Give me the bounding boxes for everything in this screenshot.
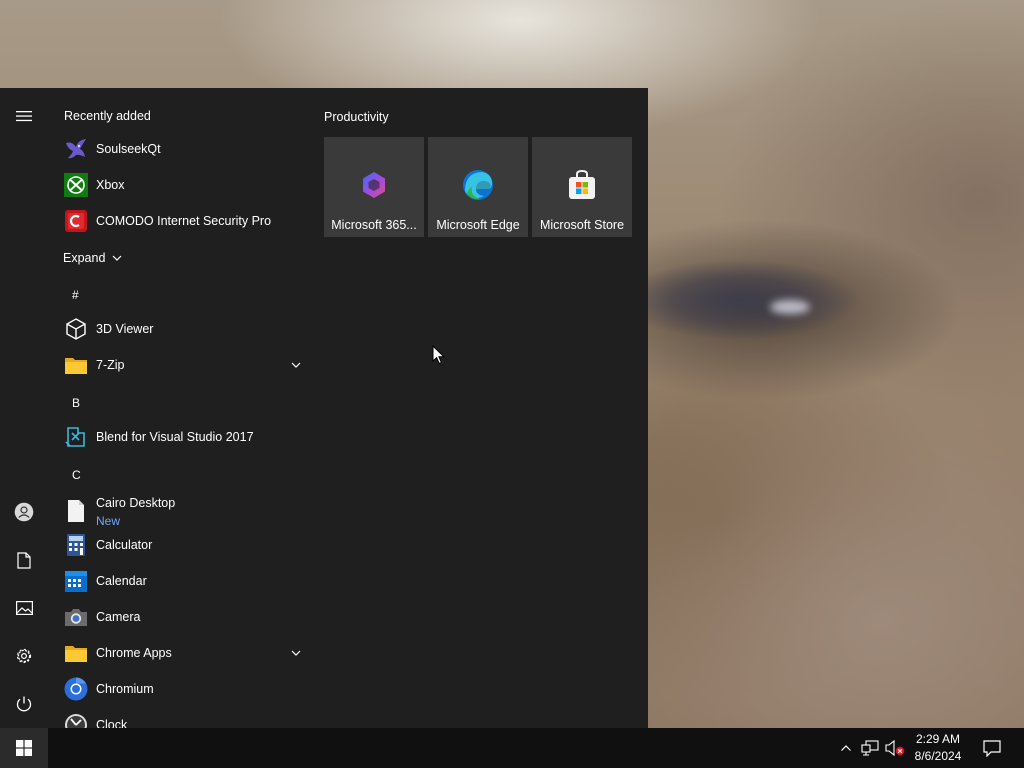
clock-icon: [64, 713, 88, 728]
chromium-icon: [64, 677, 88, 701]
app-item-chrome-apps[interactable]: Chrome Apps: [48, 635, 312, 671]
power-icon: [16, 696, 32, 712]
windows-logo-icon: [16, 740, 32, 756]
letter-header-c[interactable]: C: [48, 457, 312, 493]
start-menu: Recently added SoulseekQt Xbox COMODO In…: [0, 88, 648, 728]
tile-microsoft-store[interactable]: Microsoft Store: [532, 137, 632, 237]
start-menu-rail: [0, 88, 48, 728]
app-item-calculator[interactable]: Calculator: [48, 527, 312, 563]
xbox-icon: [64, 173, 88, 197]
volume-muted-icon: [885, 740, 905, 756]
app-label: Clock: [96, 718, 128, 728]
documents-button[interactable]: [0, 540, 48, 580]
show-hidden-icons-button[interactable]: [834, 728, 858, 768]
folder-icon: [64, 353, 88, 377]
taskbar: 2:29 AM 8/6/2024: [0, 728, 1024, 768]
app-list: Recently added SoulseekQt Xbox COMODO In…: [48, 88, 312, 728]
calendar-icon: [64, 569, 88, 593]
user-account-button[interactable]: [0, 492, 48, 532]
app-item-cairo-desktop[interactable]: Cairo Desktop New: [48, 491, 312, 531]
chevron-down-icon: [291, 362, 301, 368]
calculator-icon: [64, 533, 88, 557]
chevron-down-icon: [291, 650, 301, 656]
tile-label: Microsoft Edge: [436, 218, 520, 232]
app-label: 3D Viewer: [96, 322, 154, 336]
settings-icon: [16, 648, 32, 664]
app-label: SoulseekQt: [96, 142, 161, 156]
letter-header-b[interactable]: B: [48, 385, 312, 421]
folder-icon: [64, 641, 88, 665]
app-label: COMODO Internet Security Pro: [96, 214, 272, 228]
soulseek-bird-icon: [64, 137, 88, 161]
clock[interactable]: 2:29 AM 8/6/2024: [908, 728, 968, 768]
app-label: 7-Zip: [96, 358, 125, 372]
pictures-icon: [15, 601, 33, 615]
edge-icon: [462, 169, 494, 201]
network-button[interactable]: [858, 728, 882, 768]
app-label: Calendar: [96, 574, 147, 588]
settings-button[interactable]: [0, 636, 48, 676]
app-item-3d-viewer[interactable]: 3D Viewer: [48, 311, 312, 347]
app-label: Cairo Desktop: [96, 496, 176, 510]
tile-microsoft-edge[interactable]: Microsoft Edge: [428, 137, 528, 237]
clock-date: 8/6/2024: [914, 749, 962, 763]
cube-3d-icon: [64, 317, 88, 341]
app-label: Xbox: [96, 178, 125, 192]
app-label: Chromium: [96, 682, 154, 696]
app-item-7-zip[interactable]: 7-Zip: [48, 347, 312, 383]
pictures-button[interactable]: [0, 588, 48, 628]
microsoft-365-icon: [358, 169, 390, 201]
volume-button[interactable]: [883, 728, 907, 768]
documents-icon: [17, 551, 31, 569]
blend-icon: [64, 425, 88, 449]
comodo-icon: [64, 209, 88, 233]
tile-group-title[interactable]: Productivity: [324, 110, 389, 124]
wallpaper-eye-highlight: [770, 300, 810, 314]
app-item-blend[interactable]: Blend for Visual Studio 2017: [48, 419, 312, 455]
store-icon: [566, 169, 598, 201]
tile-label: Microsoft 365...: [331, 218, 417, 232]
tile-label: Microsoft Store: [539, 218, 625, 232]
tile-microsoft-365[interactable]: Microsoft 365...: [324, 137, 424, 237]
app-item-xbox[interactable]: Xbox: [48, 167, 312, 203]
app-label: Calculator: [96, 538, 153, 552]
recently-added-heading: Recently added: [64, 109, 151, 123]
app-item-clock[interactable]: Clock: [48, 707, 312, 728]
app-label: Chrome Apps: [96, 646, 172, 660]
app-item-calendar[interactable]: Calendar: [48, 563, 312, 599]
hamburger-menu-button[interactable]: [0, 96, 48, 136]
chevron-up-icon: [841, 745, 851, 751]
mouse-cursor-icon: [432, 345, 446, 365]
app-item-camera[interactable]: Camera: [48, 599, 312, 635]
document-icon: [64, 499, 88, 523]
app-label: Camera: [96, 610, 141, 624]
start-button[interactable]: [0, 728, 48, 768]
expand-recent-button[interactable]: Expand: [48, 240, 168, 276]
app-item-soulseekqt[interactable]: SoulseekQt: [48, 131, 312, 167]
action-center-button[interactable]: [972, 728, 1012, 768]
user-account-icon: [14, 502, 34, 522]
chevron-down-icon: [112, 255, 122, 261]
app-item-chromium[interactable]: Chromium: [48, 671, 312, 707]
power-button[interactable]: [0, 684, 48, 724]
action-center-icon: [983, 739, 1001, 757]
network-icon: [861, 740, 879, 756]
letter-header-hash[interactable]: #: [48, 277, 312, 313]
new-badge: New: [96, 514, 121, 528]
camera-icon: [64, 605, 88, 629]
clock-time: 2:29 AM: [915, 732, 961, 746]
hamburger-menu-icon: [16, 111, 32, 122]
app-label: Blend for Visual Studio 2017: [96, 430, 254, 444]
app-item-comodo[interactable]: COMODO Internet Security Pro: [48, 203, 312, 239]
expand-label: Expand: [63, 251, 106, 265]
